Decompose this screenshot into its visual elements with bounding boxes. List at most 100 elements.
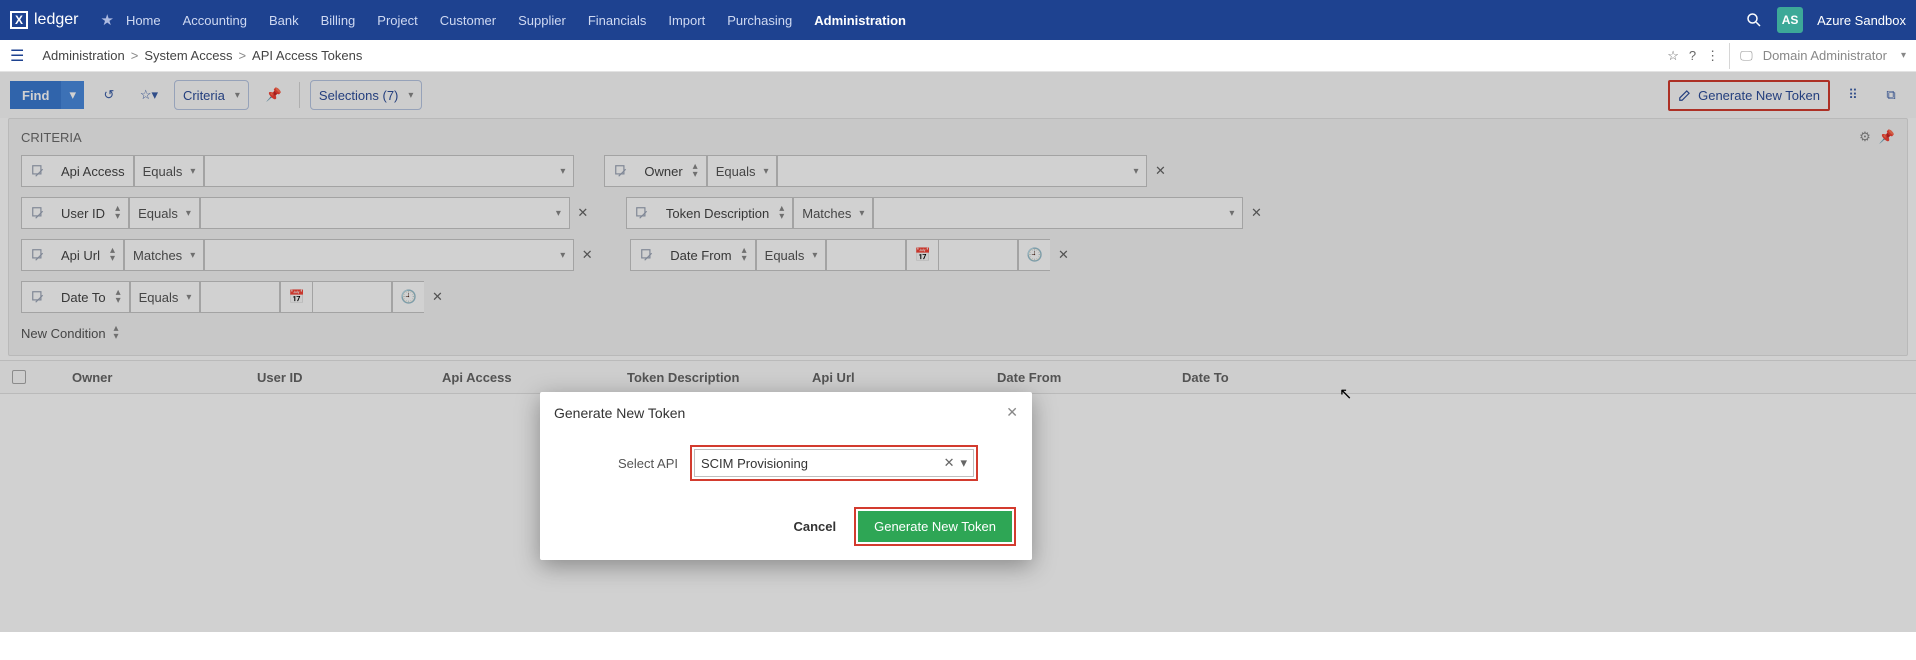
crumb-api-access-tokens[interactable]: API Access Tokens [252,48,362,63]
criteria-operator[interactable]: Equals▾ [129,197,200,229]
nav-purchasing[interactable]: Purchasing [727,13,792,28]
criteria-field-label[interactable]: Api Access [53,155,134,187]
criteria-operator[interactable]: Matches▾ [793,197,873,229]
avatar[interactable]: AS [1777,7,1803,33]
criteria-value-input[interactable]: ▾ [204,239,574,271]
nav-bank[interactable]: Bank [269,13,299,28]
select-all-checkbox[interactable] [12,370,72,384]
remove-criteria-icon[interactable]: ✕ [1243,205,1269,221]
popout-icon[interactable]: ⧉ [1876,80,1906,110]
col-date-from[interactable]: Date From [997,370,1182,385]
nav-billing[interactable]: Billing [321,13,356,28]
nav-customer[interactable]: Customer [440,13,496,28]
criteria-field-label[interactable]: Api Url▴▾ [53,239,124,271]
col-api-access[interactable]: Api Access [442,370,627,385]
nav-financials[interactable]: Financials [588,13,647,28]
clock-icon[interactable]: 🕘 [392,281,424,313]
filter-edit-icon[interactable] [630,239,662,271]
tenant-name[interactable]: Azure Sandbox [1817,13,1906,28]
history-icon[interactable]: ↺ [94,80,124,110]
crumb-system-access[interactable]: System Access [144,48,232,63]
favorite-star-icon[interactable]: ★ [100,11,113,29]
loading-dots-icon[interactable]: ⠿ [1838,80,1868,110]
cancel-button[interactable]: Cancel [793,519,836,534]
pin-icon[interactable]: 📌 [259,80,289,110]
criteria-operator[interactable]: Equals▾ [134,155,205,187]
calendar-icon[interactable]: 📅 [280,281,312,313]
role-label[interactable]: Domain Administrator [1763,48,1887,63]
monitor-icon: 🖵 [1740,48,1753,64]
criteria-value-input[interactable]: ▾ [873,197,1243,229]
generate-new-token-button[interactable]: Generate New Token [858,511,1012,542]
more-vertical-icon[interactable]: ⋮ [1706,48,1719,64]
clock-icon[interactable]: 🕘 [1018,239,1050,271]
criteria-operator[interactable]: Matches▾ [124,239,204,271]
remove-criteria-icon[interactable]: ✕ [574,247,600,263]
find-button[interactable]: Find ▾ [10,81,84,109]
remove-criteria-icon[interactable]: ✕ [424,289,450,305]
search-icon[interactable] [1745,11,1763,29]
filter-edit-icon[interactable] [21,197,53,229]
star-dropdown-icon[interactable]: ☆▾ [134,80,164,110]
criteria-value-input[interactable]: ▾ [200,197,570,229]
criteria-field-label[interactable]: Owner▴▾ [636,155,706,187]
col-token-description[interactable]: Token Description [627,370,812,385]
filter-edit-icon[interactable] [21,155,53,187]
clear-icon[interactable]: ✕ [944,455,955,471]
criteria-operator[interactable]: Equals▾ [707,155,778,187]
crumb-administration[interactable]: Administration [42,48,124,63]
criteria-field-label[interactable]: User ID▴▾ [53,197,129,229]
criteria-item: Owner▴▾Equals▾▾✕ [604,155,1173,187]
nav-import[interactable]: Import [668,13,705,28]
criteria-item: Date From▴▾Equals▾ 📅 🕘✕ [630,239,1076,271]
chevron-down-icon[interactable]: ▾ [1901,50,1906,61]
date-input[interactable] [200,281,280,313]
remove-criteria-icon[interactable]: ✕ [1050,247,1076,263]
col-user-id[interactable]: User ID [257,370,442,385]
date-input[interactable] [826,239,906,271]
pin-icon[interactable]: 📌 [1879,129,1895,145]
logo-icon: X [10,11,28,29]
favorite-outline-icon[interactable]: ☆ [1667,48,1679,64]
nav-supplier[interactable]: Supplier [518,13,566,28]
menu-icon[interactable]: ☰ [10,46,24,66]
criteria-dropdown[interactable]: Criteria ▾ [174,80,249,110]
app-logo[interactable]: X ledger [10,11,78,29]
filter-edit-icon[interactable] [21,281,53,313]
select-api-dropdown[interactable]: SCIM Provisioning ✕ ▾ [694,449,974,477]
criteria-field-label[interactable]: Token Description▴▾ [658,197,793,229]
filter-edit-icon[interactable] [626,197,658,229]
calendar-icon[interactable]: 📅 [906,239,938,271]
find-dropdown-icon[interactable]: ▾ [61,81,84,109]
criteria-value-input[interactable]: ▾ [204,155,574,187]
col-date-to[interactable]: Date To [1182,370,1367,385]
time-input[interactable] [312,281,392,313]
generate-new-token-link[interactable]: Generate New Token [1672,84,1826,107]
selections-dropdown[interactable]: Selections (7) ▾ [310,80,423,110]
help-icon[interactable]: ? [1689,48,1696,63]
col-api-url[interactable]: Api Url [812,370,997,385]
remove-criteria-icon[interactable]: ✕ [570,205,596,221]
nav-administration[interactable]: Administration [814,13,906,28]
gear-icon[interactable]: ⚙ [1859,129,1871,145]
chevron-down-icon[interactable]: ▾ [960,455,967,471]
criteria-field-label[interactable]: Date From▴▾ [662,239,755,271]
new-condition-button[interactable]: New Condition ▴▾ [21,325,119,341]
filter-edit-icon[interactable] [604,155,636,187]
close-icon[interactable]: ✕ [1006,404,1018,421]
filter-edit-icon[interactable] [21,239,53,271]
col-owner[interactable]: Owner [72,370,257,385]
criteria-value-input[interactable]: ▾ [777,155,1147,187]
nav-project[interactable]: Project [377,13,417,28]
chevron-down-icon: ▾ [859,208,864,219]
remove-criteria-icon[interactable]: ✕ [1147,163,1173,179]
criteria-item: Api Url▴▾Matches▾▾✕ [21,239,600,271]
nav-home[interactable]: Home [126,13,161,28]
criteria-row: Date To▴▾Equals▾ 📅 🕘✕ [21,281,1895,313]
time-input[interactable] [938,239,1018,271]
criteria-field-label[interactable]: Date To▴▾ [53,281,130,313]
updown-icon: ▴▾ [115,205,120,221]
criteria-operator[interactable]: Equals▾ [756,239,827,271]
criteria-operator[interactable]: Equals▾ [130,281,201,313]
nav-accounting[interactable]: Accounting [183,13,247,28]
